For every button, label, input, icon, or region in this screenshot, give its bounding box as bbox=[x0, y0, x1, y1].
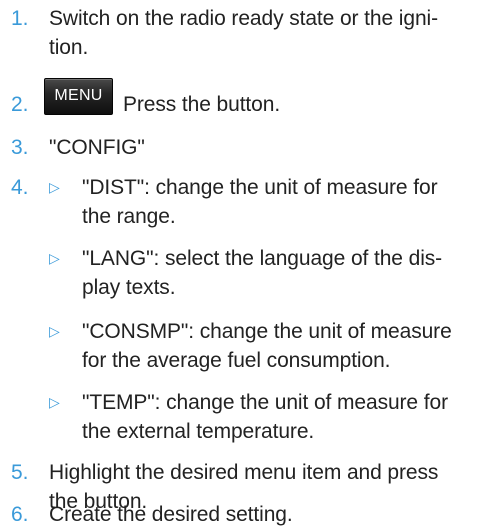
sub-item-text: "CONSMP": change the unit of measure for… bbox=[82, 317, 483, 375]
step-number: 4. bbox=[11, 176, 29, 199]
instruction-page: 1. Switch on the radio ready state or th… bbox=[0, 0, 495, 531]
sub-item-line: "TEMP": change the unit of measure for bbox=[82, 391, 448, 414]
step-number: 6. bbox=[11, 503, 29, 526]
sub-item-text: "LANG": select the language of the dis- … bbox=[82, 244, 483, 302]
sub-item-line: "CONSMP": change the unit of measure bbox=[82, 320, 452, 343]
sub-item-text: "TEMP": change the unit of measure for t… bbox=[82, 388, 483, 446]
step-text: "CONFIG" bbox=[49, 136, 145, 159]
step-text-line: Highlight the desired menu item and pres… bbox=[49, 461, 439, 484]
sub-item-line: the range. bbox=[82, 205, 176, 228]
step-number: 1. bbox=[11, 7, 29, 30]
sub-item-line: for the average fuel consumption. bbox=[82, 349, 391, 372]
step-text: Create the desired setting. bbox=[49, 503, 293, 526]
sub-item-line: "DIST": change the unit of measure for bbox=[82, 176, 438, 199]
triangle-bullet-icon: ▷ bbox=[49, 394, 60, 410]
triangle-bullet-icon: ▷ bbox=[49, 250, 60, 266]
triangle-bullet-icon: ▷ bbox=[49, 323, 60, 339]
step-number: 2. bbox=[11, 93, 29, 116]
sub-item-text: "DIST": change the unit of measure for t… bbox=[82, 173, 483, 231]
step-text-line: Switch on the radio ready state or the i… bbox=[49, 7, 438, 30]
sub-item-line: "LANG": select the language of the dis- bbox=[82, 247, 443, 270]
sub-item-line: the external temperature. bbox=[82, 420, 315, 443]
step-number: 3. bbox=[11, 136, 29, 159]
menu-button[interactable]: MENU bbox=[44, 78, 113, 115]
step-number: 5. bbox=[11, 461, 29, 484]
triangle-bullet-icon: ▷ bbox=[49, 179, 60, 195]
step-text: Switch on the radio ready state or the i… bbox=[49, 4, 483, 62]
sub-item-line: play texts. bbox=[82, 276, 176, 299]
step-text-line: tion. bbox=[49, 36, 89, 59]
step-text: Press the button. bbox=[123, 93, 281, 116]
